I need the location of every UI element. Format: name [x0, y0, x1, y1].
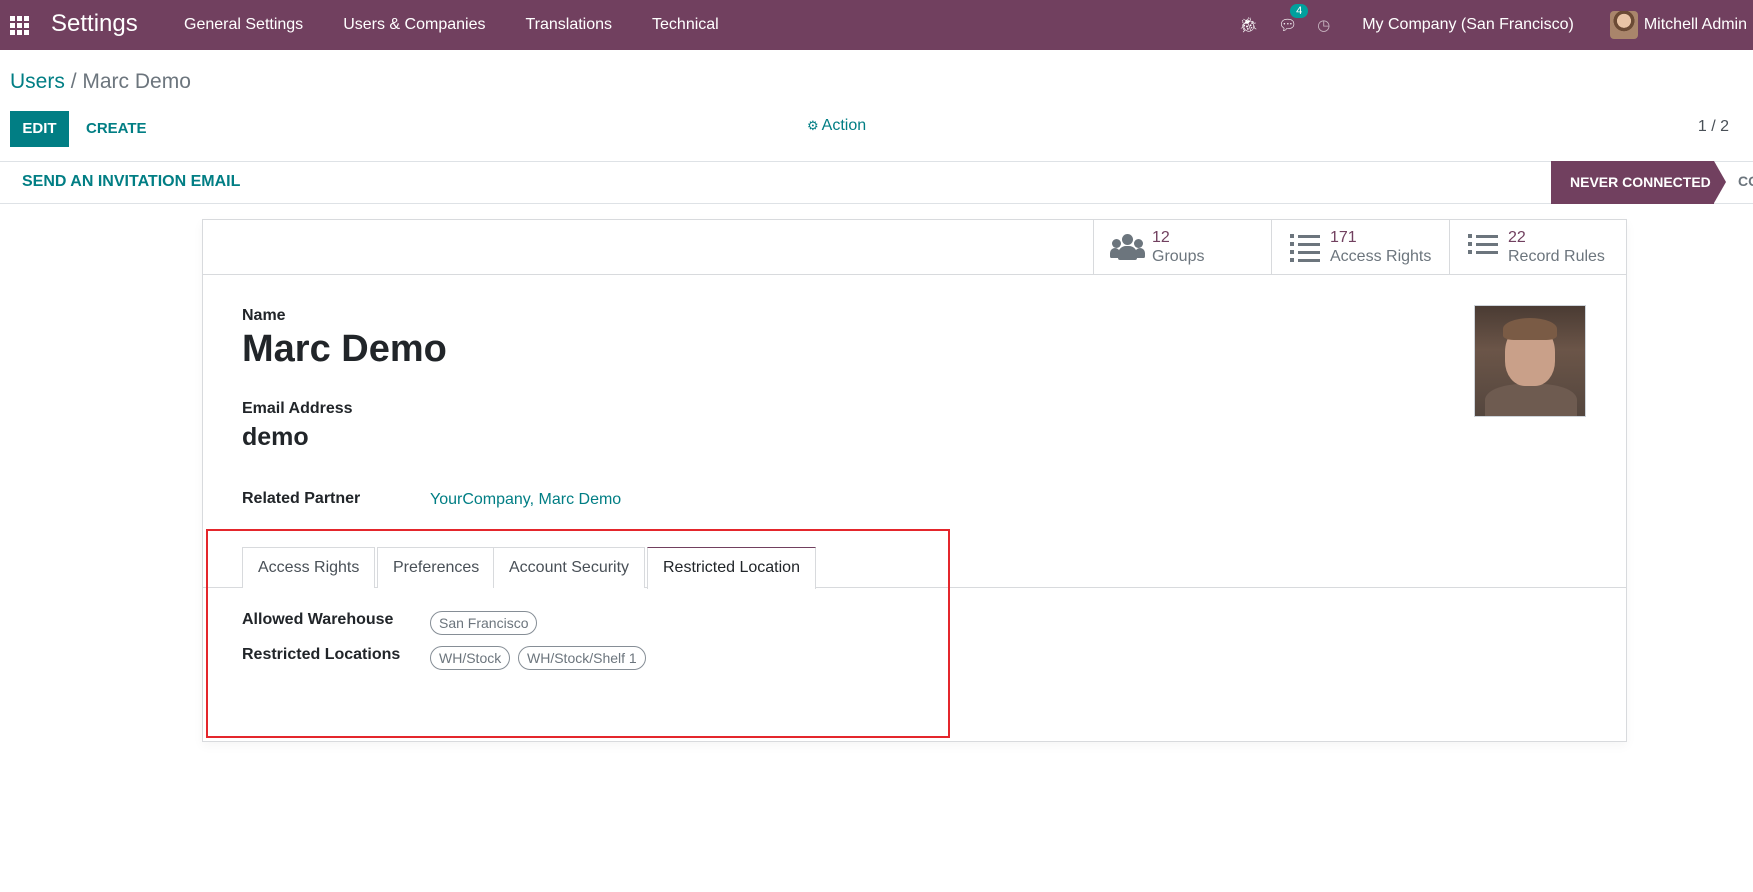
name-label: Name — [242, 307, 286, 324]
restricted-locations-label: Restricted Locations — [242, 646, 401, 663]
menu-users-companies[interactable]: Users & Companies — [323, 0, 505, 50]
list-icon — [1468, 234, 1498, 260]
company-switcher[interactable]: My Company (San Francisco) — [1362, 16, 1574, 34]
groups-smart-button[interactable]: 12 Groups — [1093, 220, 1271, 274]
breadcrumb: Users / Marc Demo — [10, 70, 191, 94]
access-rights-label: Access Rights — [1330, 248, 1432, 265]
record-rules-smart-button[interactable]: 22 Record Rules — [1449, 220, 1627, 274]
menu-translations[interactable]: Translations — [505, 0, 632, 50]
tab-preferences[interactable]: Preferences — [377, 547, 496, 588]
pager[interactable]: 1 / 2 — [1698, 118, 1729, 136]
status-next[interactable]: CO — [1738, 173, 1753, 189]
apps-menu-icon[interactable] — [10, 16, 30, 35]
location-tag[interactable]: WH/Stock — [430, 646, 511, 670]
tab-account-security[interactable]: Account Security — [493, 547, 646, 588]
list-icon — [1290, 234, 1320, 262]
action-label: Action — [821, 117, 867, 134]
send-invitation-button[interactable]: SEND AN INVITATION EMAIL — [22, 173, 240, 191]
access-rights-count: 171 — [1330, 229, 1357, 246]
systray: 🐞︎ 💬︎ 4 ◷ My Company (San Francisco) Mitc… — [1229, 0, 1753, 50]
email-label: Email Address — [242, 400, 353, 417]
related-partner-link[interactable]: YourCompany, Marc Demo — [430, 491, 621, 509]
avatar — [1609, 11, 1638, 39]
menu-technical[interactable]: Technical — [632, 0, 739, 50]
create-button[interactable]: CREATE — [86, 111, 147, 147]
action-menu[interactable]: ⚙ Action — [807, 117, 866, 135]
top-navbar: Settings General Settings Users & Compan… — [0, 0, 1753, 50]
bug-icon[interactable]: 🐞︎ — [1239, 16, 1258, 34]
clock-icon[interactable]: ◷ — [1317, 16, 1330, 34]
groups-label: Groups — [1152, 248, 1205, 265]
related-partner-label: Related Partner — [242, 490, 361, 507]
tab-restricted-location[interactable]: Restricted Location — [647, 547, 816, 589]
record-rules-count: 22 — [1508, 229, 1526, 246]
user-name: Mitchell Admin — [1643, 16, 1747, 33]
allowed-warehouse-label: Allowed Warehouse — [242, 611, 394, 628]
notebook-tabs: Access Rights Preferences Account Securi… — [203, 547, 1626, 589]
edit-button[interactable]: EDIT — [10, 111, 69, 147]
name-value: Marc Demo — [242, 328, 447, 370]
groups-count: 12 — [1152, 229, 1170, 246]
form-sheet: 12 Groups 171 Access Rights 22 Record Ru… — [202, 219, 1627, 742]
status-never-connected[interactable]: NEVER CONNECTED — [1551, 161, 1726, 204]
breadcrumb-separator: / — [70, 70, 77, 93]
warehouse-tag[interactable]: San Francisco — [430, 611, 538, 635]
access-rights-smart-button[interactable]: 171 Access Rights — [1271, 220, 1449, 274]
tab-access-rights[interactable]: Access Rights — [242, 547, 376, 588]
main-menu: General Settings Users & Companies Trans… — [164, 0, 739, 50]
user-menu[interactable]: Mitchell Admin — [1609, 11, 1747, 39]
messages-badge: 4 — [1290, 4, 1309, 18]
gear-icon: ⚙ — [807, 118, 819, 133]
location-tag[interactable]: WH/Stock/Shelf 1 — [518, 646, 646, 670]
user-photo[interactable] — [1474, 305, 1586, 417]
record-rules-label: Record Rules — [1508, 248, 1605, 265]
statusbar: SEND AN INVITATION EMAIL NEVER CONNECTED… — [0, 161, 1753, 204]
breadcrumb-users[interactable]: Users — [10, 70, 65, 93]
users-icon — [1110, 234, 1145, 260]
menu-general-settings[interactable]: General Settings — [164, 0, 323, 50]
chat-icon[interactable]: 💬︎ 4 — [1278, 4, 1309, 34]
app-title[interactable]: Settings — [51, 10, 138, 38]
email-value: demo — [242, 423, 309, 451]
smart-button-box: 12 Groups 171 Access Rights 22 Record Ru… — [203, 220, 1626, 275]
breadcrumb-current: Marc Demo — [82, 70, 191, 93]
